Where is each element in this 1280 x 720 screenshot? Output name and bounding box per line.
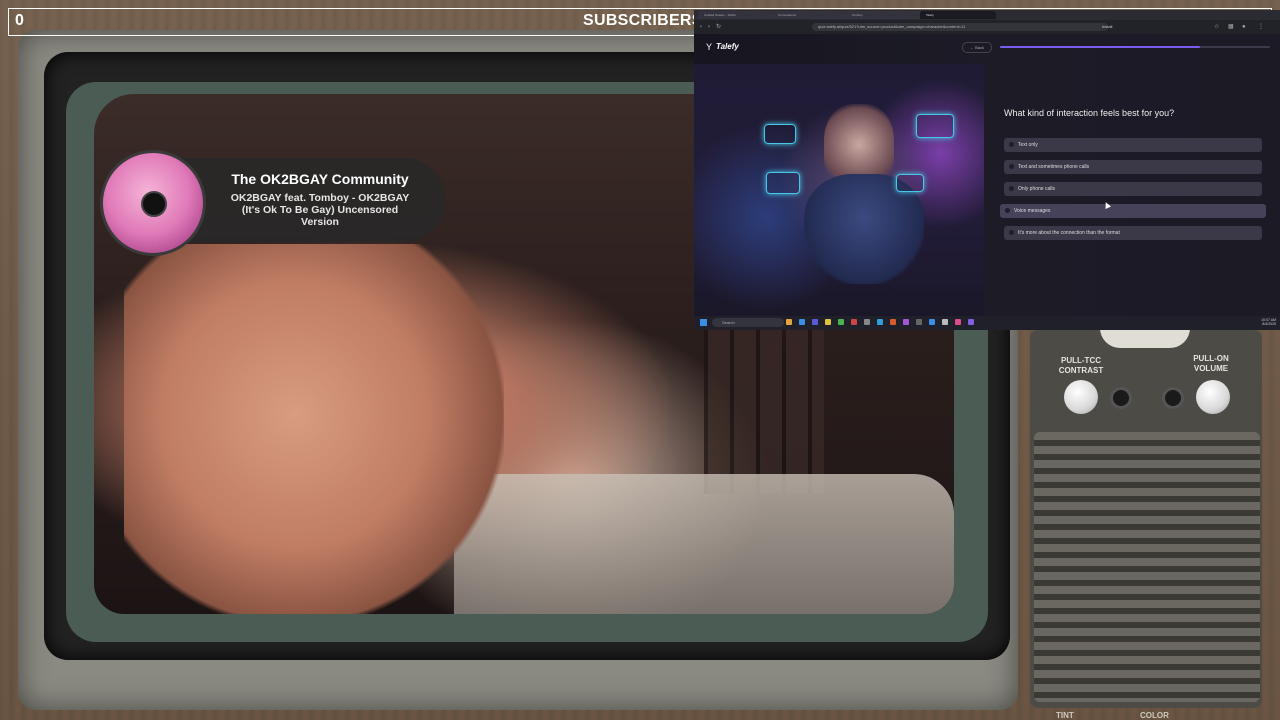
- bed: [454, 474, 954, 614]
- taskbar-app-icon[interactable]: [851, 319, 857, 325]
- channel-dial: [1100, 328, 1190, 348]
- quiz-option[interactable]: Text only: [1004, 138, 1262, 152]
- taskbar-date: 8/4/2025: [1262, 322, 1276, 326]
- back-icon[interactable]: ‹: [700, 24, 702, 30]
- address-input[interactable]: quiz.talefy.ai/quiz/521?utm_source=produ…: [812, 23, 1108, 31]
- album-art: [100, 150, 206, 256]
- taskbar-app-icon[interactable]: [877, 319, 883, 325]
- radio-icon: [1009, 230, 1014, 235]
- talefy-logo[interactable]: Talefy: [716, 42, 739, 51]
- install-button[interactable]: Install: [1102, 24, 1112, 29]
- volume-label: PULL-ON VOLUME: [1193, 354, 1229, 373]
- radio-icon: [1009, 186, 1014, 191]
- volume-small-knob: [1162, 387, 1184, 409]
- bookmark-icon[interactable]: ☆: [1214, 24, 1219, 30]
- message-bubble-icon: [916, 114, 954, 138]
- menu-icon[interactable]: ⋮: [1258, 24, 1264, 30]
- taskbar-app-icon[interactable]: [838, 319, 844, 325]
- profile-icon[interactable]: ●: [1242, 24, 1246, 30]
- contrast-label: PULL-TCC CONTRAST: [1058, 356, 1104, 375]
- quiz-question: What kind of interaction feels best for …: [1004, 108, 1175, 118]
- subscriber-current: 0: [15, 12, 24, 29]
- quiz-option-hovered[interactable]: Voice messages: [1000, 204, 1266, 218]
- color-label: COLOR: [1140, 711, 1169, 720]
- start-icon[interactable]: [700, 319, 707, 326]
- taskbar-app-icon[interactable]: [812, 319, 818, 325]
- reload-icon[interactable]: ↻: [716, 24, 721, 30]
- taskbar-app-icon[interactable]: [929, 319, 935, 325]
- windows-taskbar: Search 10:07 AM 8/4/2025: [694, 316, 1280, 330]
- talefy-page: Y Talefy ← Back What kind of interaction…: [694, 34, 1280, 320]
- message-bubble-icon: [764, 124, 796, 144]
- browser-tab[interactable]: Commissions: [772, 11, 848, 19]
- message-bubble-icon: [766, 172, 800, 194]
- browser-tab[interactable]: Tomboy: [846, 11, 922, 19]
- song-title: The OK2BGAY Community: [231, 171, 409, 187]
- speaker-grille: [1034, 432, 1260, 702]
- taskbar-search[interactable]: Search: [712, 318, 784, 327]
- quiz-back-button[interactable]: ← Back: [962, 42, 992, 53]
- contrast-small-knob: [1110, 387, 1132, 409]
- forward-icon[interactable]: ›: [708, 24, 710, 30]
- contrast-knob: [1064, 380, 1098, 414]
- radio-icon: [1009, 164, 1014, 169]
- browser-tab-bar: Untitled Stream - Twitch Commissions Tom…: [694, 10, 1280, 20]
- talefy-logo-icon: Y: [706, 42, 713, 52]
- taskbar-app-icon[interactable]: [864, 319, 870, 325]
- radio-icon: [1009, 142, 1014, 147]
- volume-knob: [1196, 380, 1230, 414]
- streamer: [124, 244, 504, 614]
- browser-tab-active[interactable]: Talefy: [920, 11, 996, 19]
- desktop-capture: Untitled Stream - Twitch Commissions Tom…: [694, 10, 1280, 330]
- quiz-progress-fill: [1000, 46, 1200, 48]
- browser-tab[interactable]: Untitled Stream - Twitch: [698, 11, 774, 19]
- taskbar-app-icon[interactable]: [786, 319, 792, 325]
- taskbar-app-icon[interactable]: [799, 319, 805, 325]
- quiz-option-label: It's more about the connection than the …: [1018, 230, 1120, 236]
- taskbar-app-icon[interactable]: [955, 319, 961, 325]
- quiz-option-label: Voice messages: [1014, 208, 1051, 214]
- browser-url-bar: ‹ › ↻ quiz.talefy.ai/quiz/521?utm_source…: [694, 20, 1280, 34]
- taskbar-app-icon[interactable]: [903, 319, 909, 325]
- quiz-progress: [1000, 46, 1270, 48]
- quiz-option-label: Text and sometimes phone calls: [1018, 164, 1090, 170]
- radio-icon: [1005, 208, 1010, 213]
- quiz-option[interactable]: It's more about the connection than the …: [1004, 226, 1262, 240]
- taskbar-app-icon[interactable]: [942, 319, 948, 325]
- quiz-option-label: Text only: [1018, 142, 1038, 148]
- quiz-option[interactable]: Only phone calls: [1004, 182, 1262, 196]
- song-subtitle: OK2BGAY feat. Tomboy - OK2BGAY (It's Ok …: [230, 192, 410, 228]
- vinyl-hole: [141, 191, 167, 217]
- extensions-icon[interactable]: ▦: [1228, 24, 1234, 30]
- subscriber-title: SUBSCRIBERS: [583, 12, 703, 29]
- taskbar-app-icon[interactable]: [825, 319, 831, 325]
- taskbar-clock: 10:07 AM 8/4/2025: [1261, 318, 1276, 326]
- taskbar-app-icon[interactable]: [968, 319, 974, 325]
- tint-label: TINT: [1056, 711, 1074, 720]
- taskbar-app-icon[interactable]: [890, 319, 896, 325]
- taskbar-app-icon[interactable]: [916, 319, 922, 325]
- hero-image: [694, 64, 984, 320]
- quiz-option-label: Only phone calls: [1018, 186, 1055, 192]
- quiz-option[interactable]: Text and sometimes phone calls: [1004, 160, 1262, 174]
- message-bubble-icon: [896, 174, 924, 192]
